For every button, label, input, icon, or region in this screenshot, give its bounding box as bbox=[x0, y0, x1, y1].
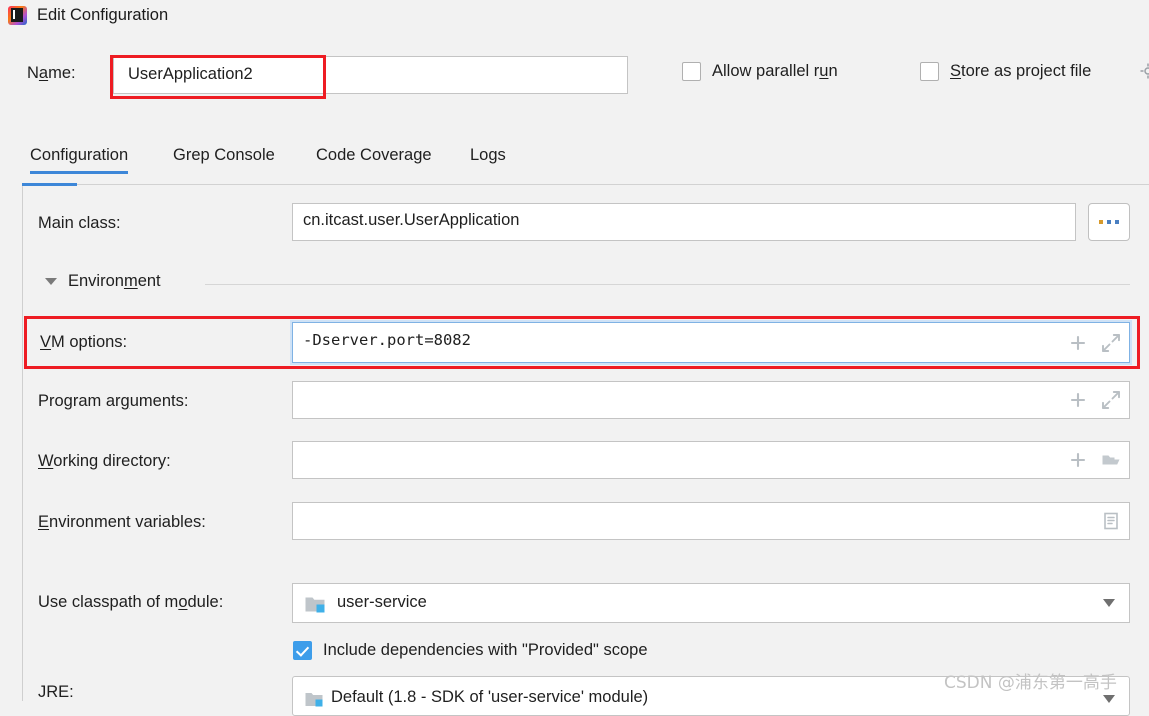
chevron-down-icon[interactable] bbox=[1103, 599, 1115, 607]
list-document-icon[interactable] bbox=[1101, 511, 1121, 531]
panel-accent-bar bbox=[22, 183, 77, 186]
chevron-down-icon bbox=[45, 278, 57, 285]
environment-section-divider bbox=[205, 284, 1130, 285]
vm-options-label: VM options: bbox=[40, 333, 128, 351]
jre-label: JRE: bbox=[38, 683, 74, 701]
expand-icon[interactable] bbox=[1101, 333, 1121, 353]
module-folder-icon bbox=[305, 691, 325, 707]
tab-active-indicator bbox=[470, 171, 506, 174]
ellipsis-icon bbox=[1099, 220, 1119, 224]
main-class-browse-button[interactable] bbox=[1088, 203, 1130, 241]
use-classpath-of-module-value: user-service bbox=[337, 593, 427, 611]
store-as-project-file-checkbox[interactable]: Store as project file bbox=[920, 62, 1091, 81]
expand-icon[interactable] bbox=[1101, 390, 1121, 410]
allow-parallel-run-checkbox[interactable]: Allow parallel run bbox=[682, 62, 838, 81]
panel-top-divider bbox=[77, 184, 1149, 185]
environment-variables-input[interactable] bbox=[292, 502, 1130, 540]
working-directory-label: Working directory: bbox=[38, 452, 171, 470]
plus-icon[interactable] bbox=[1068, 450, 1088, 470]
chevron-down-icon[interactable] bbox=[1103, 695, 1115, 703]
plus-icon[interactable] bbox=[1068, 390, 1088, 410]
tab-label: Grep Console bbox=[173, 146, 275, 164]
program-arguments-input[interactable] bbox=[292, 381, 1130, 419]
name-input-value: UserApplication2 bbox=[128, 65, 253, 83]
vm-options-value: -Dserver.port=8082 bbox=[303, 331, 471, 349]
use-classpath-of-module-label: Use classpath of module: bbox=[38, 593, 224, 611]
checkbox-box bbox=[682, 62, 701, 81]
environment-variables-label: Environment variables: bbox=[38, 513, 206, 531]
module-folder-icon bbox=[305, 595, 327, 613]
vm-options-input[interactable]: -Dserver.port=8082 bbox=[292, 322, 1130, 363]
environment-section-title: Environment bbox=[68, 272, 161, 290]
store-as-project-file-label: Store as project file bbox=[950, 62, 1092, 80]
plus-icon[interactable] bbox=[1068, 333, 1088, 353]
tab-active-indicator bbox=[30, 171, 129, 174]
gear-icon[interactable] bbox=[1140, 63, 1149, 81]
intellij-idea-logo-icon bbox=[8, 5, 27, 25]
tab-code-coverage[interactable]: Code Coverage bbox=[316, 146, 432, 165]
dialog-title-bar: Edit Configuration bbox=[0, 0, 1149, 30]
tab-label: Configuration bbox=[30, 146, 129, 164]
name-input[interactable]: UserApplication2 bbox=[113, 56, 628, 94]
tab-active-indicator bbox=[173, 171, 275, 174]
environment-section-header[interactable]: Environment bbox=[45, 272, 161, 291]
allow-parallel-run-label: Allow parallel run bbox=[712, 62, 838, 80]
tab-active-indicator bbox=[316, 171, 432, 174]
name-label: Name: bbox=[27, 64, 76, 82]
tab-configuration[interactable]: Configuration bbox=[30, 146, 129, 174]
tab-label: Code Coverage bbox=[316, 146, 432, 164]
working-directory-input[interactable] bbox=[292, 441, 1130, 479]
main-class-value: cn.itcast.user.UserApplication bbox=[303, 211, 520, 229]
tab-grep-console[interactable]: Grep Console bbox=[173, 146, 275, 165]
folder-icon[interactable] bbox=[1101, 450, 1121, 470]
jre-value: Default (1.8 - SDK of 'user-service' mod… bbox=[331, 688, 649, 706]
dialog-title: Edit Configuration bbox=[37, 5, 169, 24]
use-classpath-of-module-dropdown[interactable]: user-service bbox=[292, 583, 1130, 623]
tab-bar: Configuration Grep Console Code Coverage… bbox=[0, 146, 1149, 180]
main-class-input[interactable]: cn.itcast.user.UserApplication bbox=[292, 203, 1076, 241]
include-provided-scope-checkbox[interactable]: Include dependencies with "Provided" sco… bbox=[293, 641, 648, 660]
watermark: CSDN @浦东第一高手 bbox=[944, 673, 1117, 693]
checkbox-box bbox=[920, 62, 939, 81]
tab-label: Logs bbox=[470, 146, 506, 164]
tab-logs[interactable]: Logs bbox=[470, 146, 506, 165]
main-class-label: Main class: bbox=[38, 214, 121, 232]
program-arguments-label: Program arguments: bbox=[38, 392, 189, 410]
checkbox-box bbox=[293, 641, 312, 660]
include-provided-scope-label: Include dependencies with "Provided" sco… bbox=[323, 641, 648, 659]
